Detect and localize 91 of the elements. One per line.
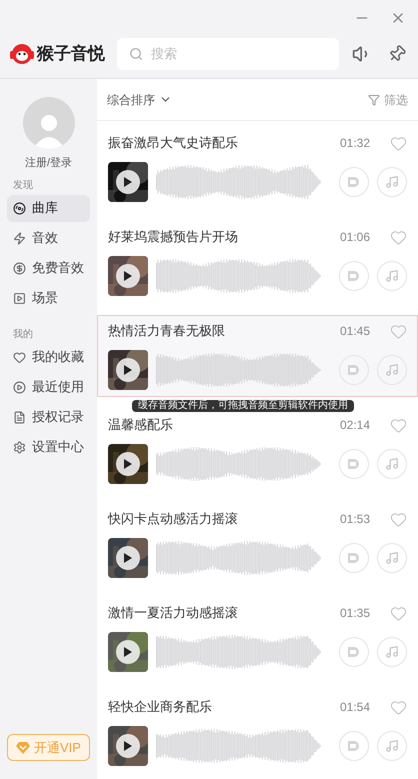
music-note-icon <box>385 739 399 753</box>
track-duration: 01:06 <box>340 229 372 246</box>
music-note-icon <box>385 457 399 471</box>
track-duration: 01:32 <box>340 135 372 152</box>
music-note-icon <box>385 269 399 283</box>
download-button[interactable] <box>339 261 369 291</box>
play-circle-icon <box>13 380 26 394</box>
monkey-logo-icon <box>9 41 35 67</box>
music-button[interactable] <box>377 355 407 385</box>
cache-icon <box>347 645 361 659</box>
download-button[interactable] <box>339 731 369 761</box>
download-button[interactable] <box>339 543 369 573</box>
track-row[interactable]: 快闪卡点动感活力摇滚 01:53 <box>97 503 418 585</box>
track-title: 振奋激昂大气史诗配乐 <box>108 134 239 152</box>
nav-item[interactable]: 最近使用 <box>7 374 90 400</box>
play-icon <box>124 741 132 751</box>
play-icon <box>124 459 132 469</box>
heart-icon[interactable] <box>390 322 407 340</box>
nav-item[interactable]: 场景 <box>7 284 90 312</box>
music-note-icon <box>385 175 399 189</box>
app-name: 猴子音悦 <box>37 43 105 66</box>
music-button[interactable] <box>377 731 407 761</box>
track-row[interactable]: 热情活力青春无极限 01:45 <box>97 315 418 397</box>
settings-icon <box>13 440 26 454</box>
track-duration: 01:53 <box>340 511 372 528</box>
nav-item[interactable]: 音效 <box>7 224 90 252</box>
nav-item[interactable]: 授权记录 <box>7 404 90 430</box>
section-title: 我的 <box>12 328 34 342</box>
track-row[interactable]: 温馨感配乐 02:14 <box>97 409 418 491</box>
track-duration: 01:35 <box>340 605 372 622</box>
cache-icon <box>347 175 361 189</box>
nav-item[interactable]: 我的收藏 <box>7 344 90 370</box>
music-button[interactable] <box>377 543 407 573</box>
nav-item[interactable]: 免费音效 <box>7 254 90 282</box>
music-square-icon <box>13 292 26 304</box>
heart-icon[interactable] <box>390 698 407 716</box>
filter-icon <box>368 94 380 106</box>
play-icon <box>124 647 132 657</box>
track-title: 轻快企业商务配乐 <box>108 698 213 716</box>
heart-icon[interactable] <box>390 510 407 528</box>
play-icon <box>124 271 132 281</box>
sort-dropdown[interactable]: 综合排序 <box>107 90 172 108</box>
track-row[interactable]: 轻快企业商务配乐 01:54 <box>97 691 418 773</box>
track-title: 热情活力青春无极限 <box>108 322 226 340</box>
music-note-icon <box>385 363 399 377</box>
document-icon <box>13 410 26 424</box>
diamond-icon <box>16 742 30 754</box>
music-button[interactable] <box>377 261 407 291</box>
play-icon <box>124 365 132 375</box>
heart-icon[interactable] <box>390 134 407 152</box>
heart-icon <box>13 350 26 364</box>
download-button[interactable] <box>339 167 369 197</box>
track-title: 温馨感配乐 <box>108 416 174 434</box>
search-icon <box>129 46 144 62</box>
track-duration: 02:14 <box>340 417 372 434</box>
cache-icon <box>347 457 361 471</box>
track-title: 激情一夏活力动感摇滚 <box>108 604 239 622</box>
lightning-icon <box>13 232 26 244</box>
search-input[interactable]: 搜索 <box>151 44 327 64</box>
cache-icon <box>347 363 361 377</box>
music-note-icon <box>385 645 399 659</box>
heart-icon[interactable] <box>390 416 407 434</box>
play-icon <box>124 553 132 563</box>
cache-icon <box>347 551 361 565</box>
track-title: 快闪卡点动感活力摇滚 <box>108 510 239 528</box>
heart-icon[interactable] <box>390 604 407 622</box>
disc-icon <box>13 202 26 214</box>
track-row[interactable]: 好莱坞震撼预告片开场 01:06 <box>97 221 418 303</box>
music-button[interactable] <box>377 637 407 667</box>
track-duration: 01:54 <box>340 699 372 716</box>
section-title: 发现 <box>12 178 34 192</box>
tooltip: 缓存音频文件后，可拖拽音频至剪辑软件内使用 <box>132 400 354 412</box>
track-row[interactable]: 振奋激昂大气史诗配乐 01:32 <box>97 127 418 209</box>
download-button[interactable] <box>339 637 369 667</box>
cache-icon <box>347 739 361 753</box>
nav-item[interactable]: 设置中心 <box>7 434 90 460</box>
music-button[interactable] <box>377 167 407 197</box>
cache-icon <box>347 269 361 283</box>
play-icon <box>124 177 132 187</box>
download-button[interactable] <box>339 355 369 385</box>
coin-icon <box>13 262 26 274</box>
track-title: 好莱坞震撼预告片开场 <box>108 228 239 246</box>
music-note-icon <box>385 551 399 565</box>
track-duration: 01:45 <box>340 323 372 340</box>
download-button[interactable] <box>339 449 369 479</box>
heart-icon[interactable] <box>390 228 407 246</box>
music-button[interactable] <box>377 449 407 479</box>
nav-item[interactable]: 曲库 <box>7 194 90 222</box>
search-field[interactable]: 搜索 <box>117 38 339 70</box>
track-row[interactable]: 激情一夏活力动感摇滚 01:35 <box>97 597 418 679</box>
login-link[interactable]: 注册/登录 <box>24 155 72 172</box>
